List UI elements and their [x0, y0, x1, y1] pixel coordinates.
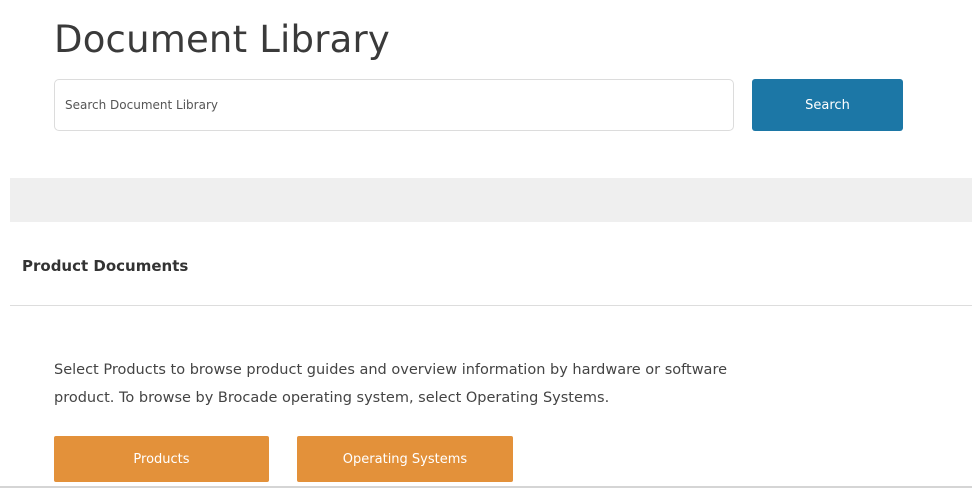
page-title: Document Library — [54, 18, 391, 61]
bottom-border — [0, 486, 972, 488]
operating-systems-button[interactable]: Operating Systems — [297, 436, 513, 482]
section-heading-product-documents: Product Documents — [22, 257, 189, 275]
section-divider — [10, 305, 972, 306]
product-documents-description: Select Products to browse product guides… — [54, 356, 914, 412]
search-input[interactable] — [54, 79, 734, 131]
search-button[interactable]: Search — [752, 79, 903, 131]
description-line-1: Select Products to browse product guides… — [54, 362, 728, 378]
products-button[interactable]: Products — [54, 436, 269, 482]
description-line-2: product. To browse by Brocade operating … — [54, 390, 610, 406]
filter-bar — [10, 178, 972, 222]
